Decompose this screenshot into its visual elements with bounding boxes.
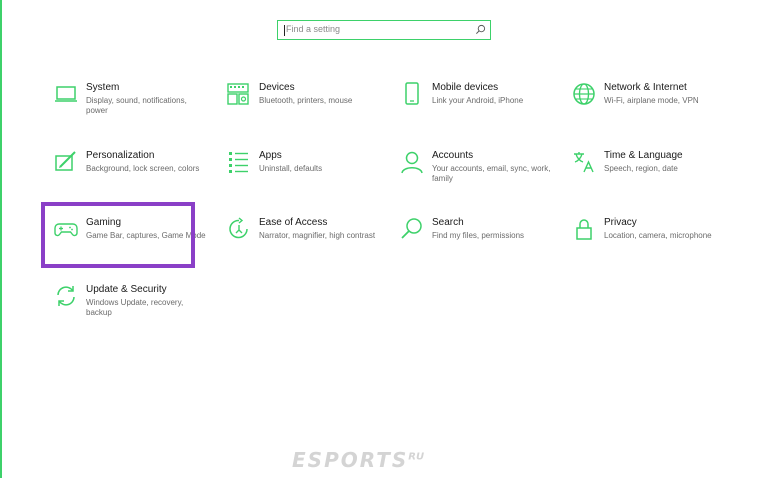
esports-watermark: ESPORTSRU — [292, 448, 424, 472]
globe-icon — [573, 83, 595, 105]
gaming-highlight-box — [41, 202, 195, 268]
ease-of-access-icon — [229, 217, 248, 239]
tile-title: Search — [432, 217, 464, 228]
tile-time-language[interactable]: Time & Language Speech, region, date — [572, 150, 732, 206]
tile-personalization[interactable]: Personalization Background, lock screen,… — [54, 150, 214, 206]
tile-update-security[interactable]: Update & Security Windows Update, recove… — [54, 284, 214, 340]
tile-devices[interactable]: Devices Bluetooth, printers, mouse — [227, 82, 387, 138]
tile-description: Bluetooth, printers, mouse — [259, 96, 353, 105]
watermark-text: ESPORTS — [292, 448, 409, 472]
text-caret — [284, 25, 285, 36]
tile-description: Link your Android, iPhone — [432, 96, 524, 105]
tile-description: Background, lock screen, colors — [86, 164, 200, 173]
window-left-border — [0, 0, 2, 478]
tile-privacy[interactable]: Privacy Location, camera, microphone — [572, 217, 732, 273]
tile-description: Your accounts, email, sync, work, family — [432, 164, 551, 183]
watermark-suffix: RU — [408, 451, 425, 463]
search-icon[interactable] — [475, 24, 486, 35]
search-icon — [401, 218, 422, 239]
devices-icon — [227, 83, 249, 105]
tile-description: Speech, region, date — [604, 164, 678, 173]
apps-icon — [229, 152, 248, 173]
tile-description: Wi-Fi, airplane mode, VPN — [604, 96, 699, 105]
tile-title: Devices — [259, 82, 295, 93]
tile-title: Update & Security — [86, 284, 167, 295]
person-icon — [401, 151, 423, 174]
tile-description: Find my files, permissions — [432, 231, 525, 240]
lock-icon — [576, 219, 592, 240]
laptop-icon — [55, 86, 77, 102]
tile-title: Apps — [259, 150, 282, 161]
search-placeholder: Find a setting — [286, 24, 341, 34]
tile-description: Uninstall, defaults — [259, 164, 323, 173]
paint-icon — [55, 151, 76, 171]
tile-title: Privacy — [604, 217, 637, 228]
tile-title: Accounts — [432, 150, 474, 161]
tile-description: Display, sound, notifications, power — [86, 96, 187, 115]
tile-mobile-devices[interactable]: Mobile devices Link your Android, iPhone — [400, 82, 560, 138]
tile-title: System — [86, 82, 120, 93]
search-input[interactable]: Find a setting — [277, 20, 491, 40]
update-icon — [57, 286, 75, 306]
tile-system[interactable]: System Display, sound, notifications, po… — [54, 82, 214, 138]
tile-apps[interactable]: Apps Uninstall, defaults — [227, 150, 387, 206]
phone-icon — [405, 82, 419, 105]
tile-title: Personalization — [86, 150, 155, 161]
tile-description: Location, camera, microphone — [604, 231, 712, 240]
tile-search[interactable]: Search Find my files, permissions — [400, 217, 560, 273]
tile-title: Network & Internet — [604, 82, 687, 93]
tile-network-internet[interactable]: Network & Internet Wi-Fi, airplane mode,… — [572, 82, 732, 138]
tile-title: Time & Language — [604, 150, 683, 161]
tile-description: Windows Update, recovery, backup — [86, 298, 184, 317]
tile-title: Mobile devices — [432, 82, 499, 93]
tile-description: Narrator, magnifier, high contrast — [259, 231, 376, 240]
tile-ease-of-access[interactable]: Ease of Access Narrator, magnifier, high… — [227, 217, 387, 273]
tile-accounts[interactable]: Accounts Your accounts, email, sync, wor… — [400, 150, 560, 206]
language-icon — [574, 152, 594, 173]
tile-title: Ease of Access — [259, 217, 328, 228]
